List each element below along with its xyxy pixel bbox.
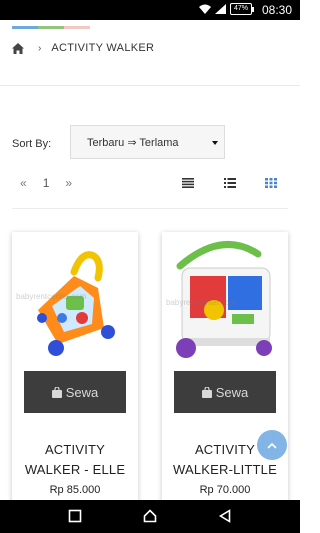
watermark: babyrentcenter.com [16,292,87,301]
scroll-to-top-button[interactable] [257,430,287,460]
pager-next[interactable]: » [65,176,72,190]
sort-select[interactable]: Terbaru ⇒ Terlama [70,125,225,159]
chevron-right-icon: › [38,42,42,54]
product-card[interactable]: babyrentcenter.com Sewa ACTIVITY WALKER … [12,232,138,500]
breadcrumb-current: ACTIVITY WALKER [51,42,155,54]
rent-button[interactable]: Sewa [24,371,126,413]
pager-page[interactable]: 1 [43,176,50,190]
sort-selected-value: Terbaru ⇒ Terlama [87,136,179,149]
list-detail-view-icon[interactable] [182,178,194,188]
page: › ACTIVITY WALKER Sort By: Terbaru ⇒ Ter… [0,20,300,500]
status-icons: 47% [199,3,254,15]
caret-down-icon [212,141,218,145]
product-image[interactable]: babyrentcenter.com [162,232,288,362]
list-view-icon[interactable] [224,178,236,188]
status-time: 08:30 [261,3,292,17]
pagination: « 1 » [20,176,72,190]
home-nav-icon[interactable] [143,509,157,523]
product-name[interactable]: ACTIVITY WALKER - ELLE [12,440,138,480]
rent-button-label: Sewa [65,384,99,400]
shopping-bag-icon [201,386,212,398]
product-price: Rp 85.000 [49,484,101,496]
grid-view-icon[interactable] [265,178,277,188]
wifi-icon [199,4,211,14]
product-price: Rp 70.000 [199,484,251,496]
breadcrumb: › ACTIVITY WALKER [12,40,154,56]
back-icon[interactable] [218,509,232,523]
signal-icon [215,4,226,14]
rent-button-label: Sewa [215,384,249,400]
rent-button[interactable]: Sewa [174,371,276,413]
home-icon[interactable] [12,42,24,54]
battery-icon: 47% [230,3,254,15]
watermark: babyrentcenter.com [166,298,237,307]
recents-icon[interactable] [68,509,82,523]
navigation-bar [0,500,300,533]
chevron-up-icon [267,442,277,449]
shopping-bag-icon [51,386,62,398]
divider [0,85,300,86]
status-bar: 47% 08:30 [0,0,300,20]
sort-label: Sort By: [12,138,52,150]
color-strip [12,26,90,29]
product-image[interactable]: babyrentcenter.com [12,232,138,362]
divider [12,208,288,209]
pager-prev[interactable]: « [20,176,27,190]
